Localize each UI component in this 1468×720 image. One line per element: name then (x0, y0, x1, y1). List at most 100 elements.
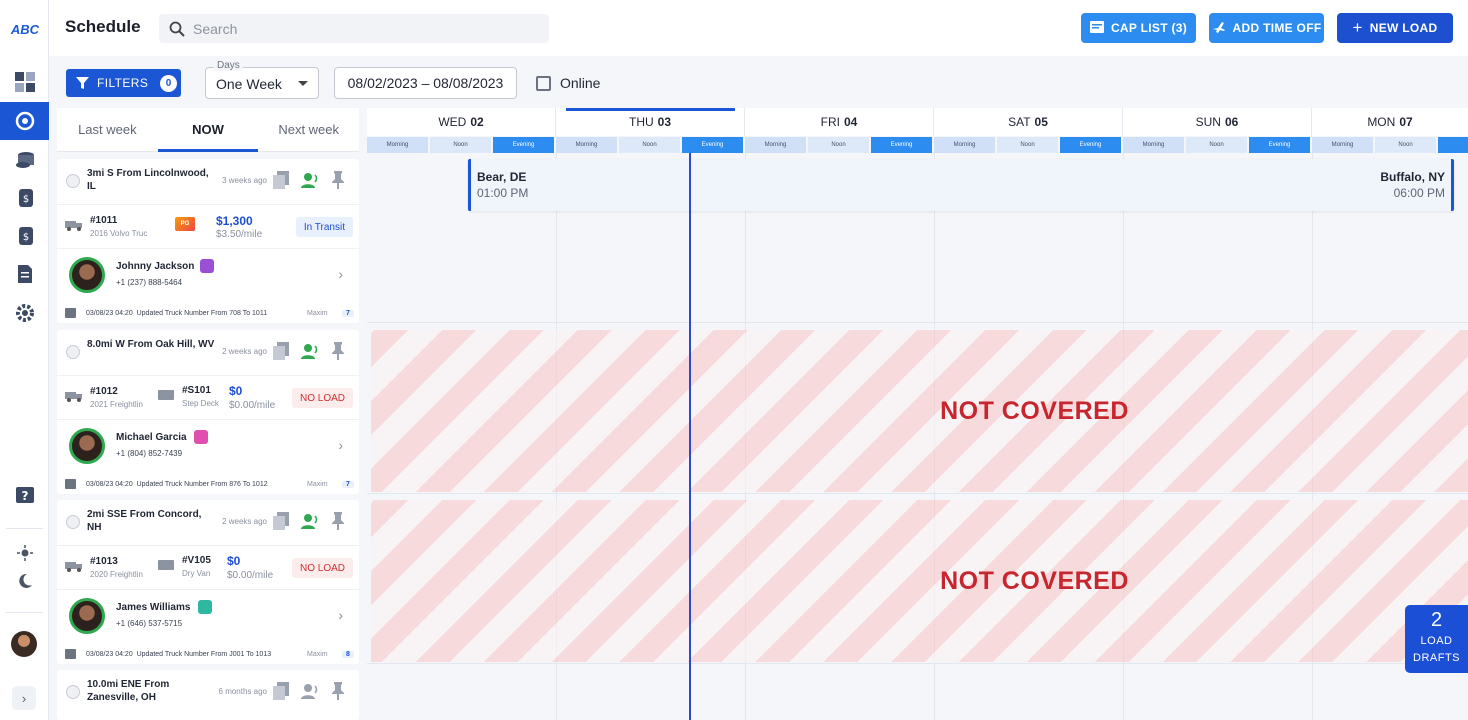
divider (6, 612, 43, 613)
drafts-label-line1: LOAD (1420, 635, 1453, 647)
slot-evening[interactable]: Evening (1060, 137, 1121, 153)
note-count-badge[interactable]: 8 (342, 651, 354, 658)
chevron-right-icon[interactable]: › (338, 607, 343, 623)
search-input[interactable] (193, 20, 533, 37)
slot-noon[interactable]: Noon (1186, 137, 1247, 153)
trailer-number[interactable]: #V105 (182, 555, 211, 566)
truck-icon (65, 562, 82, 572)
unit-model: 2021 Freightlin (90, 400, 143, 409)
slot-noon[interactable]: Noon (808, 137, 869, 153)
dashboard-icon[interactable] (0, 63, 49, 101)
document-icon[interactable] (0, 255, 49, 293)
copy-icon[interactable] (273, 512, 289, 530)
new-load-button[interactable]: + NEW LOAD (1337, 13, 1453, 43)
online-toggle[interactable]: Online (536, 75, 600, 91)
slot-noon[interactable]: Noon (619, 137, 680, 153)
slot-morning[interactable]: Morning (934, 137, 995, 153)
status-badge: NO LOAD (291, 388, 353, 408)
pin-icon[interactable] (331, 682, 345, 700)
card-header: 10.0mi ENE From Zanesville, OH 6 months … (57, 670, 359, 716)
copy-icon[interactable] (273, 171, 289, 189)
user-avatar[interactable] (11, 631, 37, 657)
app-logo[interactable]: ABC (9, 18, 41, 40)
slot-evening[interactable]: Evening (493, 137, 554, 153)
days-select[interactable]: Days One Week (205, 60, 319, 99)
not-covered-row[interactable]: NOT COVERED (371, 330, 1468, 492)
moon-icon[interactable] (0, 562, 49, 600)
driver-row[interactable]: Michael Garcia +1 (804) 852-7439 › 03/08… (57, 420, 359, 498)
driver-row[interactable]: Johnny Jackson +1 (237) 888-5464 › 03/08… (57, 249, 359, 327)
tab-next-week[interactable]: Next week (258, 108, 359, 151)
money-bag-icon[interactable]: $ (0, 217, 49, 255)
not-covered-row[interactable]: NOT COVERED (371, 500, 1468, 662)
online-label: Online (560, 75, 601, 91)
drafts-label-line2: DRAFTS (1413, 652, 1460, 664)
trailer-icon (158, 560, 174, 570)
copy-icon[interactable] (273, 342, 289, 360)
page-title: Schedule (65, 17, 141, 36)
driver-offline-icon[interactable] (301, 682, 319, 700)
load-trip-bar[interactable]: Bear, DE 01:00 PM Buffalo, NY 06:00 PM (468, 159, 1454, 211)
slot-evening[interactable]: Evening (682, 137, 743, 153)
help-icon[interactable]: ? (0, 476, 49, 514)
driver-row[interactable]: James Williams +1 (646) 537-5715 › 03/08… (57, 590, 359, 668)
slot-evening[interactable]: Evening (1249, 137, 1310, 153)
driver-card[interactable]: 10.0mi ENE From Zanesville, OH 6 months … (57, 670, 359, 720)
driver-online-icon[interactable] (301, 512, 319, 530)
driver-card[interactable]: 8.0mi W From Oak Hill, WV 2 weeks ago #1… (57, 330, 359, 494)
svg-text:$: $ (22, 194, 28, 205)
load-price: $0 (229, 384, 243, 398)
driver-online-icon[interactable] (301, 342, 319, 360)
slot-morning[interactable]: Morning (745, 137, 806, 153)
support-icon[interactable] (0, 102, 49, 140)
search-icon (169, 21, 185, 37)
truck-icon (65, 392, 82, 402)
money-icon[interactable]: $ (0, 179, 49, 217)
cap-list-button[interactable]: CAP LIST (3) (1081, 13, 1196, 43)
driver-card[interactable]: 2mi SSE From Concord, NH 2 weeks ago #10… (57, 500, 359, 664)
tab-now[interactable]: NOW (157, 108, 259, 152)
coins-icon[interactable] (0, 141, 49, 179)
card-header: 2mi SSE From Concord, NH 2 weeks ago (57, 500, 359, 546)
chevron-right-icon[interactable]: › (338, 266, 343, 282)
slot-noon[interactable]: Noon (430, 137, 491, 153)
day-header: SAT 05 (934, 108, 1123, 136)
add-time-off-button[interactable]: ADD TIME OFF (1209, 13, 1324, 43)
online-checkbox[interactable] (536, 75, 551, 91)
pin-icon[interactable] (331, 171, 345, 189)
slot-evening[interactable] (1438, 137, 1468, 153)
note-count-badge[interactable]: 7 (342, 481, 354, 488)
filters-button[interactable]: FILTERS 0 (66, 69, 181, 97)
copy-icon[interactable] (273, 682, 289, 700)
note-count-badge[interactable]: 7 (342, 310, 354, 317)
slot-morning[interactable]: Morning (1312, 137, 1373, 153)
driver-location: 10.0mi ENE From Zanesville, OH (87, 679, 170, 703)
unit-number[interactable]: #1013 (90, 556, 118, 567)
unit-number[interactable]: #1011 (90, 215, 117, 226)
settings-icon[interactable] (0, 294, 49, 332)
driver-card[interactable]: 3mi S From Lincolnwood, IL 3 weeks ago #… (57, 159, 359, 323)
search-box[interactable] (159, 14, 549, 43)
slot-morning[interactable]: Morning (556, 137, 617, 153)
slot-morning[interactable]: Morning (1123, 137, 1184, 153)
slot-noon[interactable]: Noon (997, 137, 1058, 153)
date-range-picker[interactable]: 08/02/2023 – 08/08/2023 (334, 67, 517, 99)
pin-icon[interactable] (331, 342, 345, 360)
day-header: THU 03 (556, 108, 745, 136)
pin-icon[interactable] (331, 512, 345, 530)
unit-number[interactable]: #1012 (90, 386, 118, 397)
trip-destination: Buffalo, NY (1380, 170, 1445, 184)
truck-icon (65, 221, 82, 231)
tab-last-week[interactable]: Last week (57, 108, 158, 151)
load-drafts-button[interactable]: 2 LOAD DRAFTS (1405, 605, 1468, 673)
expand-rail-button[interactable]: › (12, 686, 36, 710)
slot-morning[interactable]: Morning (367, 137, 428, 153)
carrier-logo-icon: PG (175, 217, 195, 231)
driver-online-icon[interactable] (301, 171, 319, 189)
slot-noon[interactable]: Noon (1375, 137, 1436, 153)
driver-phone: +1 (804) 852-7439 (116, 449, 183, 458)
driver-name: Michael Garcia (116, 432, 187, 443)
slot-evening[interactable]: Evening (871, 137, 932, 153)
trailer-number[interactable]: #S101 (182, 385, 211, 396)
chevron-right-icon[interactable]: › (338, 437, 343, 453)
